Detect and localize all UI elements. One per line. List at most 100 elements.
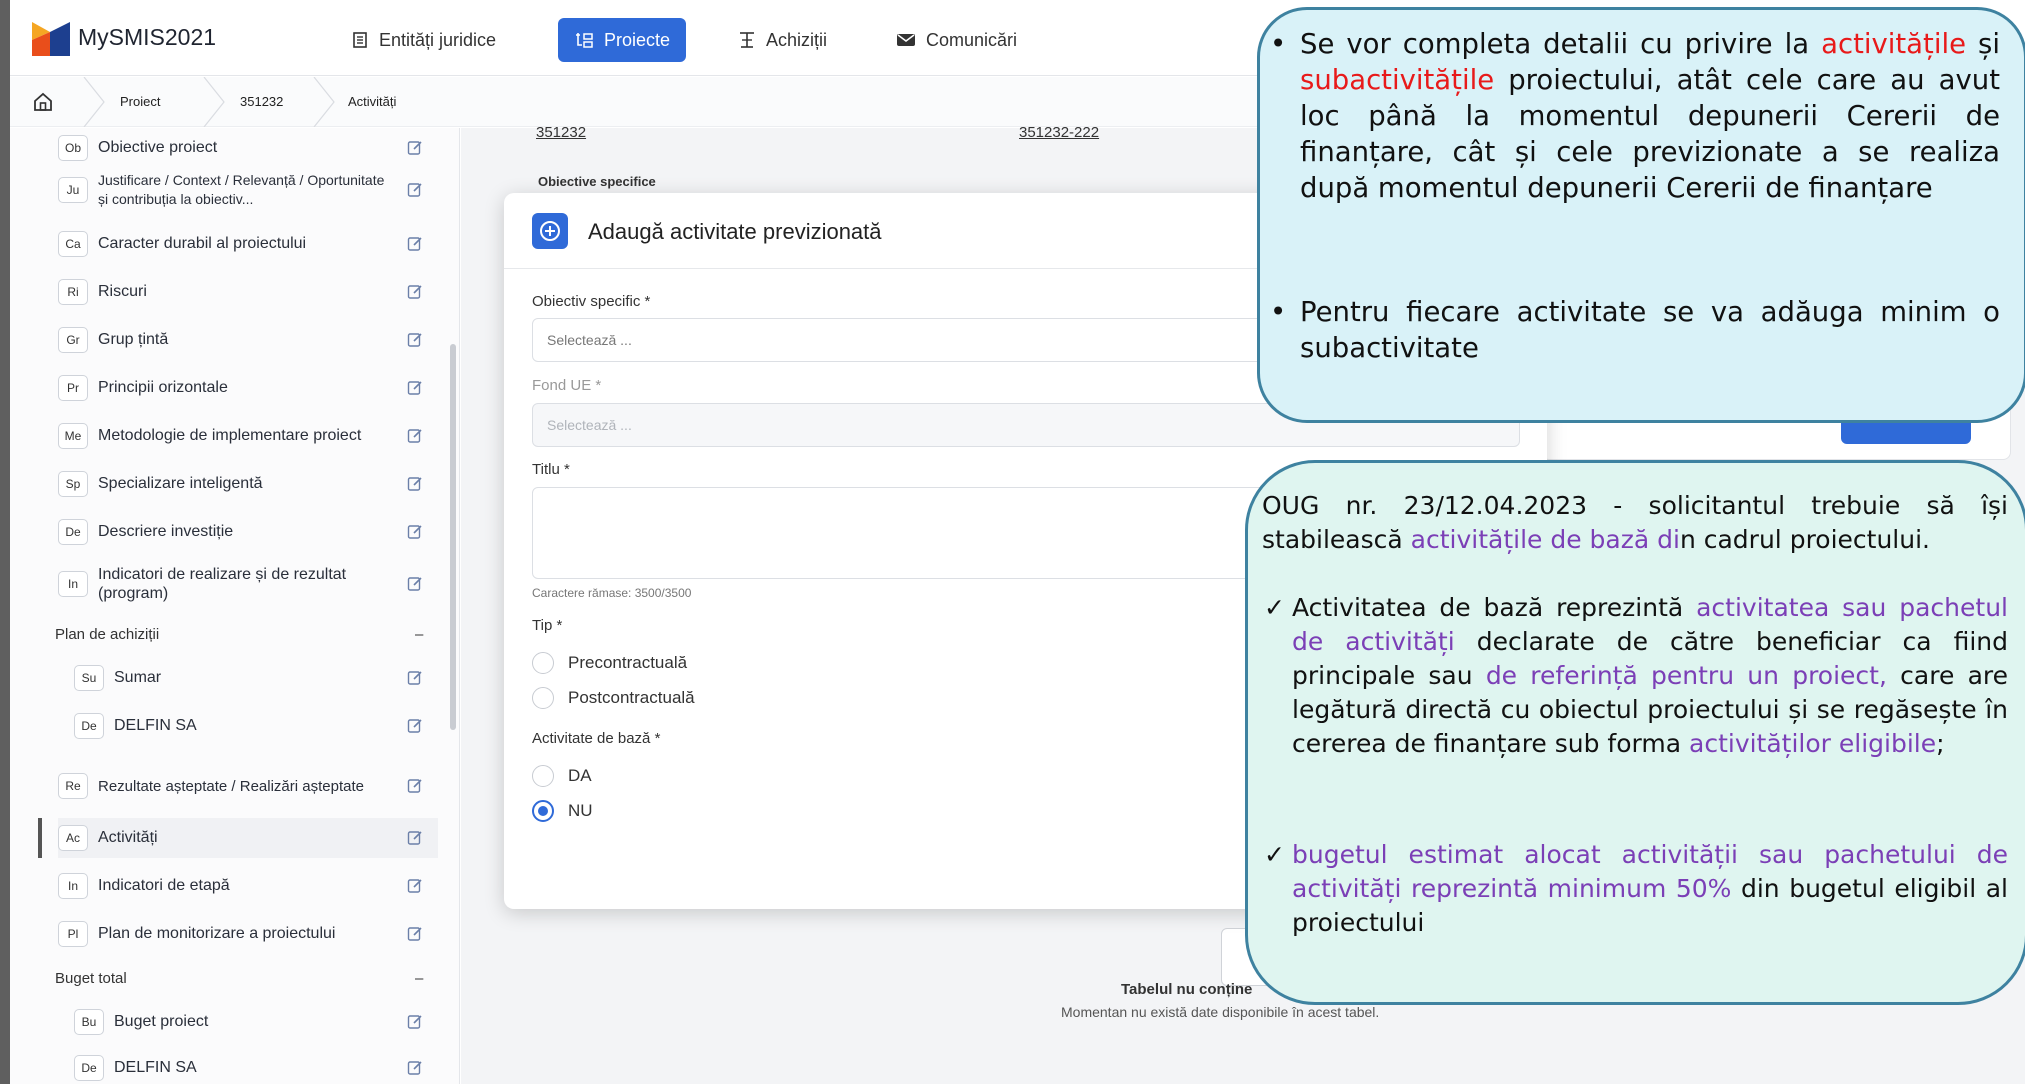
radio-nu[interactable]: NU [532, 800, 593, 822]
edit-icon[interactable] [407, 575, 424, 592]
edit-icon[interactable] [407, 475, 424, 492]
sidebar-item-label: Activități [98, 829, 158, 846]
radio-circle[interactable] [532, 765, 554, 787]
active-indicator [38, 818, 42, 858]
building-icon [353, 32, 367, 48]
edit-icon[interactable] [407, 877, 424, 894]
nav-entitati-juridice[interactable]: Entități juridice [335, 18, 512, 62]
sidebar-item-activitati[interactable]: Ac Activități [58, 818, 438, 858]
text-run: ; [1936, 729, 1945, 758]
modal-title: Adaugă activitate previzionată [588, 219, 882, 244]
sidebar-item-descriere-investitie[interactable]: De Descriere investiție [58, 512, 438, 552]
breadcrumb-separator [313, 77, 335, 127]
nav-achizitii[interactable]: Achiziții [722, 18, 843, 62]
section-title: Buget total [55, 970, 127, 987]
edit-icon[interactable] [407, 331, 424, 348]
sidebar-item-justificare[interactable]: Ju Justificare / Context / Relevanță / Op… [58, 164, 438, 216]
sidebar-item-riscuri[interactable]: Ri Riscuri [58, 272, 438, 312]
collapse-icon[interactable]: – [415, 626, 423, 643]
mail-icon [897, 34, 915, 46]
edit-icon[interactable] [407, 1013, 424, 1030]
sidebar-item-label: DELFIN SA [114, 1059, 197, 1076]
sidebar-item-delfin-buget[interactable]: De DELFIN SA [74, 1048, 438, 1084]
collapse-icon[interactable]: – [415, 970, 423, 987]
oug-check-item-1: ✓ Activitatea de bază reprezintă activit… [1264, 591, 2008, 761]
sidebar-section-plan-achizitii[interactable]: Plan de achiziții – [55, 626, 423, 643]
app-title[interactable]: MySMIS2021 [78, 24, 216, 51]
edit-icon[interactable] [407, 139, 424, 156]
section-abbr: Me [58, 423, 88, 449]
sidebar-item-metodologie[interactable]: Me Metodologie de implementare proiect [58, 416, 438, 456]
edit-icon[interactable] [407, 717, 424, 734]
home-icon[interactable] [32, 91, 54, 113]
sidebar-item-rezultate[interactable]: Re Rezultate așteptate / Realizări aștept… [58, 760, 438, 812]
oug-lead-text: OUG nr. 23/12.04.2023 - solicitantul tre… [1262, 489, 2008, 557]
breadcrumb-item-activitati: Activități [348, 94, 397, 109]
sidebar-item-obiective-proiect[interactable]: Ob Obiective proiect [58, 128, 438, 168]
tip-label: Tip * [532, 617, 563, 634]
edit-icon[interactable] [407, 181, 424, 198]
breadcrumb-separator [203, 77, 225, 127]
edit-icon[interactable] [407, 427, 424, 444]
sidebar-item-label: DELFIN SA [114, 717, 197, 734]
sidebar-item-label: Principii orizontale [98, 379, 228, 396]
sidebar-item-sumar[interactable]: Su Sumar [74, 658, 438, 698]
sidebar-item-indicatori-etapa[interactable]: In Indicatori de etapă [58, 866, 438, 906]
radio-precontractuala[interactable]: Precontractuală [532, 652, 687, 674]
check-text: Activitatea de bază reprezintă activitat… [1292, 591, 2008, 761]
radio-da[interactable]: DA [532, 765, 592, 787]
sidebar-scrollbar[interactable] [450, 344, 456, 730]
sidebar-item-buget-proiect[interactable]: Bu Buget proiect [74, 1002, 438, 1042]
sidebar-item-label: Buget proiect [114, 1013, 209, 1030]
sidebar-item-indicatori-program[interactable]: In Indicatori de realizare și de rezultat… [58, 558, 438, 610]
sidebar-item-caracter-durabil[interactable]: Ca Caracter durabil al proiectului [58, 224, 438, 264]
section-abbr: Pr [58, 375, 88, 401]
empty-table-text: Momentan nu există date disponibile în a… [1061, 1004, 1380, 1020]
sidebar-item-label: Plan de monitorizare a proiectului [98, 925, 336, 942]
project-code-link[interactable]: 351232-222 [1019, 124, 1099, 141]
radio-circle-selected[interactable] [532, 800, 554, 822]
sidebar-item-label: Indicatori de etapă [98, 877, 230, 894]
highlight: de referință pentru un proiect, [1485, 661, 1887, 690]
section-abbr: Re [58, 773, 88, 799]
sidebar-item-specializare[interactable]: Sp Specializare inteligentă [58, 464, 438, 504]
sidebar-section-buget-total[interactable]: Buget total – [55, 970, 423, 987]
highlight: activităților eligibile [1689, 729, 1937, 758]
sidebar-item-principii-orizontale[interactable]: Pr Principii orizontale [58, 368, 438, 408]
radio-circle[interactable] [532, 652, 554, 674]
sidebar-item-grup-tinta[interactable]: Gr Grup țintă [58, 320, 438, 360]
projects-icon [576, 33, 593, 48]
edit-icon[interactable] [407, 1059, 424, 1076]
logo-icon [32, 22, 70, 56]
section-abbr: In [58, 571, 88, 597]
empty-table-title: Tabelul nu conține [1121, 981, 1253, 998]
section-abbr: De [74, 713, 104, 739]
text-run: Se vor completa detalii cu privire la [1300, 28, 1822, 60]
highlight-subactivitati: subactivitățile [1300, 64, 1495, 96]
nav-comunicari[interactable]: Comunicări [880, 18, 1033, 62]
nav-proiecte[interactable]: Proiecte [558, 18, 687, 62]
edit-icon[interactable] [407, 379, 424, 396]
sidebar-item-label: Descriere investiție [98, 523, 234, 540]
sidebar-item-plan-monitorizare[interactable]: Pl Plan de monitorizare a proiectului [58, 914, 438, 954]
breadcrumb-item-project-id[interactable]: 351232 [240, 94, 283, 109]
radio-circle[interactable] [532, 687, 554, 709]
project-id-link[interactable]: 351232 [536, 124, 586, 141]
edit-icon[interactable] [407, 283, 424, 300]
edit-icon[interactable] [407, 925, 424, 942]
check-icon: ✓ [1264, 840, 1285, 869]
sidebar-item-delfin-achizitii[interactable]: De DELFIN SA [74, 706, 438, 746]
edit-icon[interactable] [407, 777, 424, 794]
edit-icon[interactable] [407, 829, 424, 846]
radio-postcontractuala[interactable]: Postcontractuală [532, 687, 695, 709]
text-run: și [1966, 28, 2001, 60]
callout-activities-info: • Se vor completa detalii cu privire la … [1257, 7, 2025, 423]
edit-icon[interactable] [407, 235, 424, 252]
section-abbr: Ju [58, 177, 88, 203]
callout-bullet-1: • Se vor completa detalii cu privire la … [1270, 26, 2001, 206]
edit-icon[interactable] [407, 669, 424, 686]
check-icon: ✓ [1264, 593, 1285, 622]
edit-icon[interactable] [407, 523, 424, 540]
breadcrumb-item-proiect[interactable]: Proiect [120, 94, 160, 109]
nav-label: Entități juridice [379, 29, 497, 50]
